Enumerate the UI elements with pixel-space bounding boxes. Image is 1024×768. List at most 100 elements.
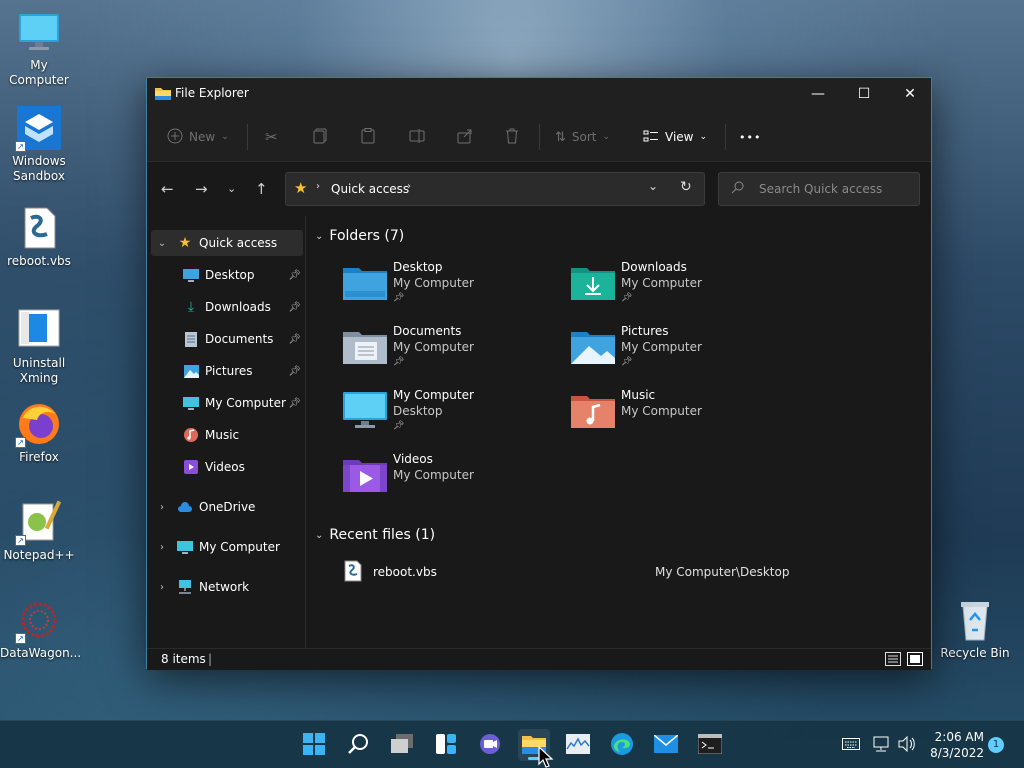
folders-section-header[interactable]: ⌄ Folders (7) bbox=[315, 228, 404, 244]
paste-button[interactable] bbox=[361, 122, 375, 152]
details-view-button[interactable] bbox=[885, 652, 901, 669]
sort-button[interactable]: ⇅ Sort ⌄ bbox=[555, 122, 610, 152]
desktop-icon-my-computer[interactable]: My Computer bbox=[0, 8, 78, 88]
taskbar-mail[interactable] bbox=[650, 729, 682, 761]
sidebar-divider[interactable] bbox=[305, 216, 306, 648]
folder-tile-videos[interactable]: Videos My Computer bbox=[343, 452, 563, 512]
more-options-button[interactable]: ••• bbox=[739, 122, 761, 152]
desktop-icon-label: Uninstall Xming bbox=[12, 356, 66, 385]
sidebar-item-pictures[interactable]: Pictures 📌︎ bbox=[151, 358, 303, 384]
folder-location: My Computer bbox=[393, 276, 474, 290]
pin-icon: 📌︎ bbox=[393, 293, 405, 303]
back-button[interactable]: ← bbox=[161, 180, 174, 198]
documents-folder-icon bbox=[343, 328, 387, 364]
sidebar-item-label: Network bbox=[199, 580, 250, 594]
refresh-button[interactable]: ↻ bbox=[680, 179, 692, 195]
folder-tile-downloads[interactable]: Downloads My Computer 📌︎ bbox=[571, 260, 791, 320]
chevron-right-icon[interactable]: › bbox=[155, 582, 169, 593]
desktop-icon-recycle-bin[interactable]: Recycle Bin bbox=[936, 596, 1014, 661]
desktop-icon-label: Firefox bbox=[19, 450, 59, 464]
address-bar[interactable]: ★ › Quick access › ⌄ ↻ bbox=[285, 172, 705, 206]
network-status-button[interactable] bbox=[872, 721, 890, 768]
chevron-down-icon[interactable]: ⌄ bbox=[155, 238, 169, 249]
recent-files-section-title: Recent files (1) bbox=[329, 527, 436, 543]
resource-monitor-icon bbox=[566, 733, 590, 757]
star-icon: ★ bbox=[178, 235, 192, 251]
chevron-right-icon[interactable]: › bbox=[155, 542, 169, 553]
chevron-right-icon[interactable]: › bbox=[155, 502, 169, 513]
share-button[interactable] bbox=[457, 122, 473, 152]
folder-tile-music[interactable]: Music My Computer bbox=[571, 388, 791, 448]
taskbar-edge[interactable] bbox=[606, 729, 638, 761]
sidebar-item-label: Downloads bbox=[205, 300, 271, 314]
teams-chat-button[interactable] bbox=[474, 729, 506, 761]
folder-name: Downloads bbox=[621, 260, 687, 274]
folder-location: My Computer bbox=[621, 276, 702, 290]
folder-location: My Computer bbox=[393, 340, 474, 354]
recent-locations-button[interactable]: ⌄ bbox=[227, 182, 236, 195]
start-button[interactable] bbox=[298, 729, 330, 761]
delete-button[interactable] bbox=[505, 122, 519, 152]
maximize-button[interactable]: ☐ bbox=[841, 78, 887, 110]
sidebar-item-onedrive[interactable]: › OneDrive bbox=[151, 494, 303, 520]
sidebar-item-my-computer-root[interactable]: › My Computer bbox=[151, 534, 303, 560]
sidebar-item-desktop[interactable]: Desktop 📌︎ bbox=[151, 262, 303, 288]
videos-folder-icon bbox=[343, 456, 387, 492]
desktop-icon-label: Windows Sandbox bbox=[12, 154, 66, 183]
desktop-icon-datawagon[interactable]: ↗ DataWagon... bbox=[0, 596, 81, 661]
sidebar-item-network[interactable]: › Network bbox=[151, 574, 303, 600]
folder-tile-pictures[interactable]: Pictures My Computer 📌︎ bbox=[571, 324, 791, 384]
close-button[interactable]: ✕ bbox=[887, 78, 933, 110]
chevron-down-icon: ⌄ bbox=[221, 132, 229, 142]
tiles-view-button[interactable] bbox=[907, 652, 923, 669]
widgets-button[interactable] bbox=[430, 729, 462, 761]
sidebar-item-label: Pictures bbox=[205, 364, 253, 378]
taskbar-resource-monitor[interactable] bbox=[562, 729, 594, 761]
forward-button[interactable]: → bbox=[195, 180, 208, 198]
plus-circle-icon bbox=[167, 128, 183, 147]
breadcrumb-separator-icon: › bbox=[316, 181, 320, 192]
notification-center-button[interactable]: 1 bbox=[988, 721, 1004, 768]
desktop-icon-reboot-vbs[interactable]: reboot.vbs bbox=[0, 204, 78, 269]
address-history-dropdown[interactable]: ⌄ bbox=[648, 179, 658, 193]
sidebar-item-my-computer[interactable]: My Computer 📌︎ bbox=[151, 390, 303, 416]
search-input[interactable]: Search Quick access bbox=[718, 172, 920, 206]
pictures-icon bbox=[183, 363, 199, 379]
recent-file-path: My Computer\Desktop bbox=[655, 565, 790, 579]
breadcrumb-quick-access[interactable]: Quick access bbox=[331, 182, 409, 196]
folder-name: My Computer bbox=[393, 388, 474, 402]
desktop-icon-firefox[interactable]: ↗ Firefox bbox=[0, 400, 78, 465]
volume-button[interactable] bbox=[898, 721, 916, 768]
desktop-icon-uninstall-xming[interactable]: Uninstall Xming bbox=[0, 306, 78, 386]
recent-file-row[interactable]: reboot.vbs My Computer\Desktop bbox=[343, 560, 923, 584]
view-label: View bbox=[665, 130, 694, 144]
file-explorer-window[interactable]: File Explorer — ☐ ✕ New ⌄ ✂ ⇅ Sort ⌄ Vie… bbox=[146, 77, 932, 670]
taskbar-terminal[interactable] bbox=[694, 729, 726, 761]
taskbar-search-button[interactable] bbox=[342, 729, 374, 761]
minimize-button[interactable]: — bbox=[795, 78, 841, 110]
copy-button[interactable] bbox=[313, 122, 327, 152]
new-button[interactable]: New ⌄ bbox=[167, 122, 229, 152]
sidebar-item-documents[interactable]: Documents 📌︎ bbox=[151, 326, 303, 352]
desktop-icon-notepad-plus-plus[interactable]: ↗ Notepad++ bbox=[0, 498, 78, 563]
task-view-button[interactable] bbox=[386, 729, 418, 761]
sidebar-item-downloads[interactable]: ⤓ Downloads 📌︎ bbox=[151, 294, 303, 320]
cloud-icon bbox=[177, 499, 193, 515]
pin-icon: 📌︎ bbox=[621, 293, 633, 303]
view-button[interactable]: View ⌄ bbox=[643, 122, 707, 152]
pin-icon: 📌︎ bbox=[393, 421, 405, 431]
recent-files-section-header[interactable]: ⌄ Recent files (1) bbox=[315, 527, 435, 543]
cut-button[interactable]: ✂ bbox=[265, 122, 278, 152]
desktop-icon-windows-sandbox[interactable]: ↗ Windows Sandbox bbox=[0, 104, 78, 184]
touch-keyboard-button[interactable] bbox=[842, 721, 860, 768]
title-bar[interactable]: File Explorer — ☐ ✕ bbox=[147, 78, 931, 110]
up-button[interactable]: ↑ bbox=[255, 180, 268, 198]
sidebar-item-videos[interactable]: Videos bbox=[151, 454, 303, 480]
sidebar-item-music[interactable]: Music bbox=[151, 422, 303, 448]
rename-button[interactable] bbox=[409, 122, 427, 152]
folder-tile-documents[interactable]: Documents My Computer 📌︎ bbox=[343, 324, 563, 384]
clock[interactable]: 2:06 AM 8/3/2022 bbox=[926, 721, 984, 768]
sidebar-item-quick-access[interactable]: ⌄ ★ Quick access bbox=[151, 230, 303, 256]
folder-tile-desktop[interactable]: Desktop My Computer 📌︎ bbox=[343, 260, 563, 320]
folder-tile-my-computer[interactable]: My Computer Desktop 📌︎ bbox=[343, 388, 563, 448]
